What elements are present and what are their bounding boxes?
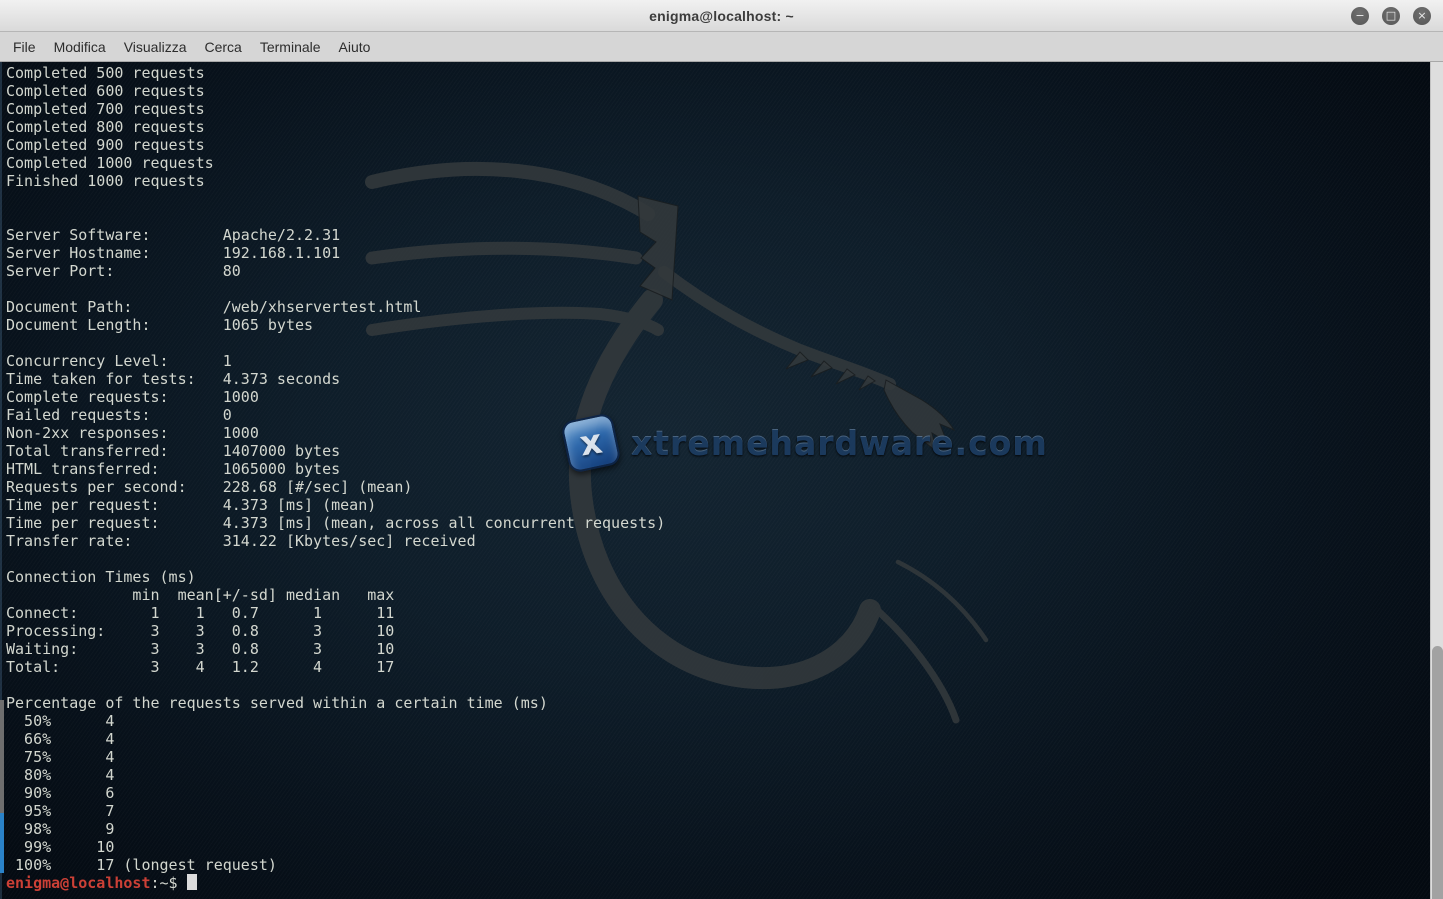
window-title: enigma@localhost: ~ (649, 8, 794, 24)
close-icon: × (1413, 7, 1431, 24)
minimize-button[interactable]: − (1351, 7, 1369, 25)
terminal-line: Percentage of the requests served within… (6, 694, 1423, 712)
terminal-line: Time taken for tests: 4.373 seconds (6, 370, 1423, 388)
terminal-line: Document Path: /web/xhservertest.html (6, 298, 1423, 316)
terminal-line (6, 334, 1423, 352)
terminal-line: Processing: 3 3 0.8 3 10 (6, 622, 1423, 640)
left-scroll-marker-blue (0, 813, 4, 873)
terminal-line: 66% 4 (6, 730, 1423, 748)
terminal-line: Completed 600 requests (6, 82, 1423, 100)
terminal-line: Document Length: 1065 bytes (6, 316, 1423, 334)
left-scroll-marker-gray (0, 700, 4, 813)
prompt-line: enigma@localhost:~$ (6, 874, 1423, 892)
menu-view[interactable]: Visualizza (115, 35, 196, 59)
scrollbar-thumb[interactable] (1432, 646, 1443, 899)
terminal-line: min mean[+/-sd] median max (6, 586, 1423, 604)
terminal-line: 75% 4 (6, 748, 1423, 766)
maximize-icon: □ (1382, 7, 1400, 24)
terminal-line: 99% 10 (6, 838, 1423, 856)
terminal-line: Complete requests: 1000 (6, 388, 1423, 406)
terminal-line: Waiting: 3 3 0.8 3 10 (6, 640, 1423, 658)
window-controls: − □ × (1351, 0, 1431, 31)
terminal-line: Failed requests: 0 (6, 406, 1423, 424)
terminal-line: 98% 9 (6, 820, 1423, 838)
terminal-line: Time per request: 4.373 [ms] (mean, acro… (6, 514, 1423, 532)
terminal-line (6, 280, 1423, 298)
menubar: File Modifica Visualizza Cerca Terminale… (0, 32, 1443, 62)
menu-help[interactable]: Aiuto (330, 35, 380, 59)
menu-file[interactable]: File (4, 35, 45, 59)
terminal-line: Completed 500 requests (6, 64, 1423, 82)
terminal-line: HTML transferred: 1065000 bytes (6, 460, 1423, 478)
terminal-line: 50% 4 (6, 712, 1423, 730)
terminal-cursor (187, 874, 197, 890)
terminal-line: Server Software: Apache/2.2.31 (6, 226, 1423, 244)
terminal-line: Requests per second: 228.68 [#/sec] (mea… (6, 478, 1423, 496)
scrollbar[interactable] (1430, 62, 1443, 899)
terminal-line: 90% 6 (6, 784, 1423, 802)
terminal-line: Server Hostname: 192.168.1.101 (6, 244, 1423, 262)
close-button[interactable]: × (1413, 7, 1431, 25)
terminal-line: 95% 7 (6, 802, 1423, 820)
prompt-suffix: :~$ (151, 874, 178, 892)
terminal-output: Completed 500 requestsCompleted 600 requ… (6, 64, 1423, 892)
menu-edit[interactable]: Modifica (45, 35, 115, 59)
terminal-line (6, 190, 1423, 208)
terminal-line: 100% 17 (longest request) (6, 856, 1423, 874)
prompt-user-host: enigma@localhost (6, 874, 151, 892)
terminal-line: 80% 4 (6, 766, 1423, 784)
terminal-line: Finished 1000 requests (6, 172, 1423, 190)
terminal-line (6, 676, 1423, 694)
terminal-line: Completed 800 requests (6, 118, 1423, 136)
terminal-line: Total transferred: 1407000 bytes (6, 442, 1423, 460)
maximize-button[interactable]: □ (1382, 7, 1400, 25)
terminal-line: Completed 900 requests (6, 136, 1423, 154)
terminal-line: Concurrency Level: 1 (6, 352, 1423, 370)
menu-terminal[interactable]: Terminale (251, 35, 330, 59)
terminal-line: Connection Times (ms) (6, 568, 1423, 586)
menu-search[interactable]: Cerca (195, 35, 250, 59)
minimize-icon: − (1351, 7, 1369, 24)
terminal-line: Non-2xx responses: 1000 (6, 424, 1423, 442)
terminal-line: Time per request: 4.373 [ms] (mean) (6, 496, 1423, 514)
terminal-screen[interactable]: x xtremehardware.com Completed 500 reque… (0, 62, 1443, 899)
terminal-line: Completed 1000 requests (6, 154, 1423, 172)
output-lines: Completed 500 requestsCompleted 600 requ… (6, 64, 1423, 874)
terminal-window: enigma@localhost: ~ − □ × File Modifica … (0, 0, 1443, 899)
terminal-line (6, 208, 1423, 226)
terminal-line: Server Port: 80 (6, 262, 1423, 280)
titlebar[interactable]: enigma@localhost: ~ − □ × (0, 0, 1443, 32)
terminal-line: Total: 3 4 1.2 4 17 (6, 658, 1423, 676)
terminal-line: Transfer rate: 314.22 [Kbytes/sec] recei… (6, 532, 1423, 550)
terminal-line: Completed 700 requests (6, 100, 1423, 118)
terminal-line: Connect: 1 1 0.7 1 11 (6, 604, 1423, 622)
terminal-line (6, 550, 1423, 568)
